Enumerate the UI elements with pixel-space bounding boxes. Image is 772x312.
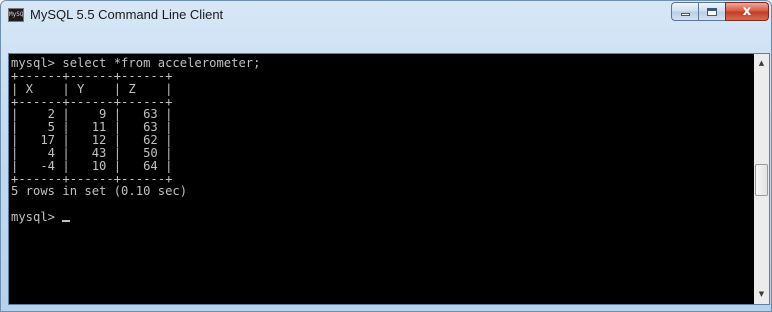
result-summary: 5 rows in set (0.10 sec): [11, 184, 188, 199]
window-title: MySQL 5.5 Command Line Client: [30, 7, 224, 22]
mysql-console-icon[interactable]: MySQL: [8, 8, 24, 22]
table-row: | -4 | 10 | 64 |: [11, 158, 173, 173]
table-header-row: | X | Y | Z |: [11, 81, 173, 96]
close-icon: x: [742, 4, 752, 19]
scroll-thumb[interactable]: [755, 164, 768, 196]
title-bar[interactable]: MySQL MySQL 5.5 Command Line Client x: [1, 1, 771, 31]
table-row: | 17 | 12 | 62 |: [11, 133, 173, 148]
console-line-query: mysql> select *from accelerometer;: [11, 56, 261, 70]
console-window: MySQL MySQL 5.5 Command Line Client x my…: [0, 0, 772, 312]
table-row: | 4 | 43 | 50 |: [11, 145, 173, 160]
console-text: mysql> select *from accelerometer; +-----…: [11, 57, 260, 224]
table-border-top: +------+------+------+: [11, 68, 173, 83]
console-output[interactable]: mysql> select *from accelerometer; +-----…: [9, 54, 754, 304]
mysql-prompt: mysql>: [11, 210, 63, 225]
close-button[interactable]: x: [725, 2, 769, 21]
scroll-up-arrow-icon[interactable]: ▲: [754, 56, 769, 71]
minimize-button[interactable]: [671, 2, 698, 21]
text-cursor: [62, 220, 71, 223]
minimize-icon: [681, 13, 690, 16]
prompt-line[interactable]: mysql>: [11, 211, 260, 224]
vertical-scrollbar[interactable]: ▲ ▼: [754, 54, 769, 304]
maximize-icon: [707, 8, 717, 16]
maximize-button[interactable]: [698, 2, 725, 21]
scroll-down-arrow-icon[interactable]: ▼: [754, 287, 769, 302]
window-controls: x: [671, 2, 769, 22]
